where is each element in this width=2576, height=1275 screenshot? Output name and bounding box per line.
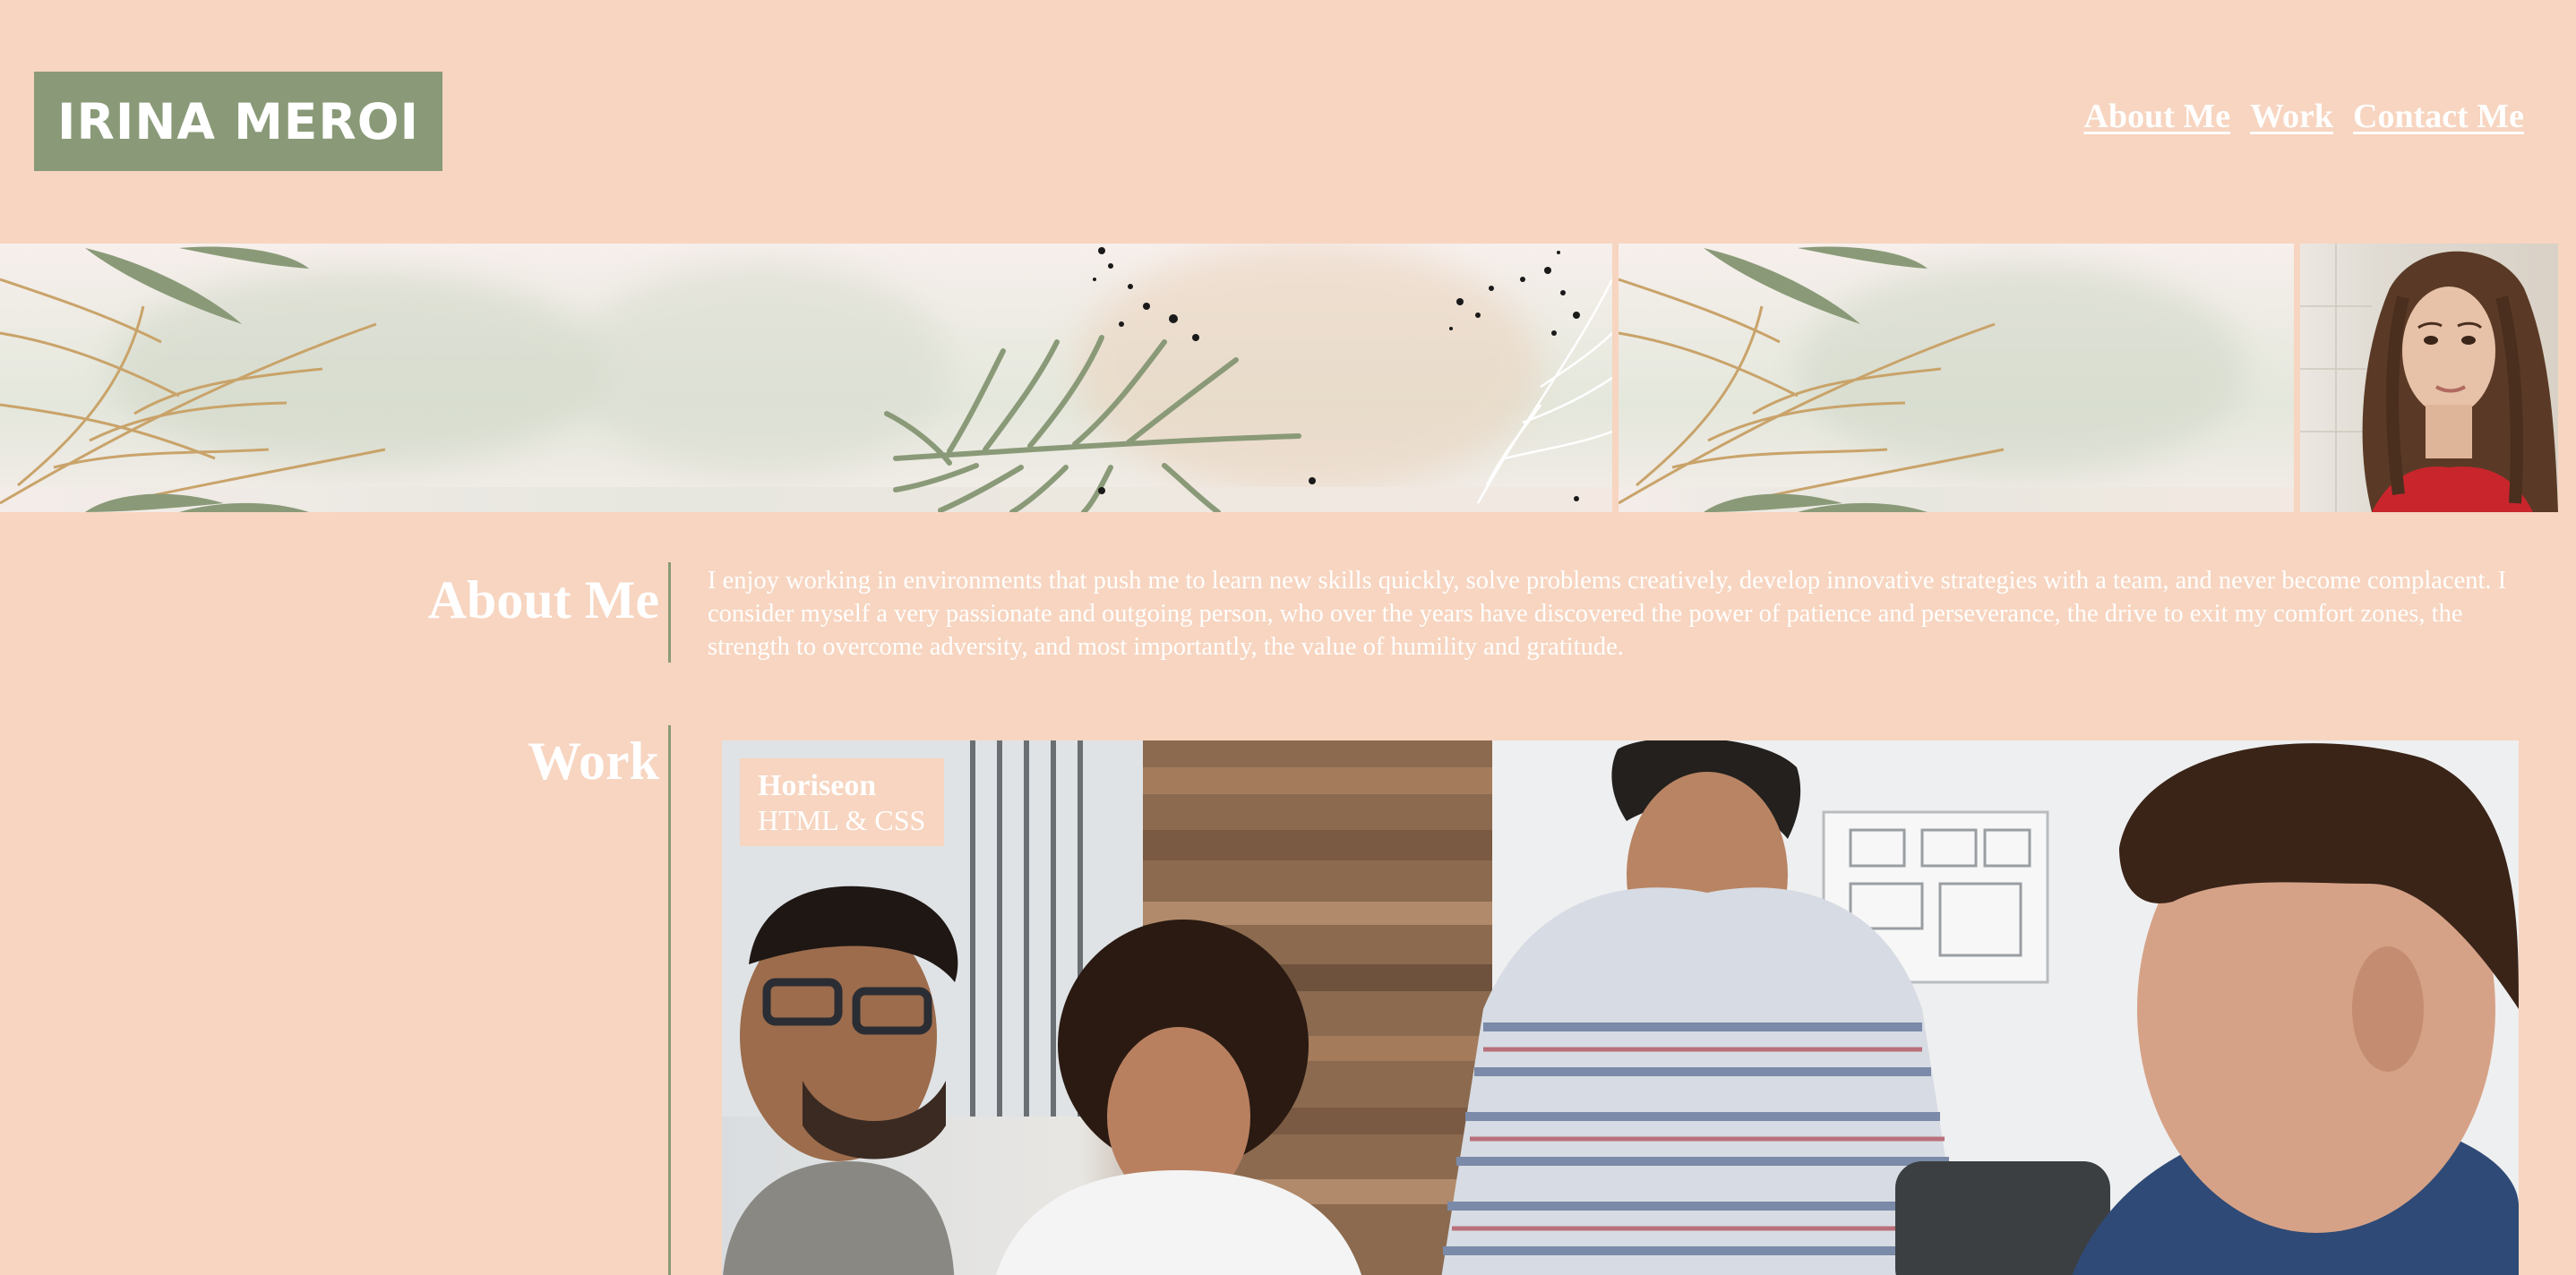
nav-link-about-me[interactable]: About Me xyxy=(2084,97,2231,136)
hero-banner xyxy=(0,244,2576,512)
project-label-horiseon[interactable]: Horiseon HTML & CSS xyxy=(740,758,944,846)
team-meeting-photo xyxy=(722,740,2519,1275)
botanical-banner-image xyxy=(0,244,1612,512)
site-header: IRINA MEROI About Me Work Contact Me xyxy=(0,0,2576,244)
work-project-card[interactable]: Horiseon HTML & CSS xyxy=(722,740,2519,1275)
main-nav: About Me Work Contact Me xyxy=(2084,97,2525,136)
leaf-pattern-svg-repeat xyxy=(1619,246,2005,512)
leaf-pattern-svg xyxy=(0,246,1612,512)
nav-link-contact-me[interactable]: Contact Me xyxy=(2353,97,2524,136)
project-tech: HTML & CSS xyxy=(758,804,926,836)
portrait-svg xyxy=(2300,244,2558,512)
about-text: I enjoy working in environments that pus… xyxy=(708,567,2507,661)
nav-link-work[interactable]: Work xyxy=(2250,97,2333,136)
botanical-banner-image-repeat xyxy=(1619,244,2294,512)
about-heading: About Me xyxy=(427,570,659,629)
site-logo[interactable]: IRINA MEROI xyxy=(34,72,442,171)
work-heading: Work xyxy=(528,732,659,791)
profile-photo xyxy=(2300,244,2558,512)
about-divider xyxy=(668,562,671,663)
project-name: Horiseon xyxy=(758,769,877,802)
work-divider xyxy=(668,725,671,1275)
